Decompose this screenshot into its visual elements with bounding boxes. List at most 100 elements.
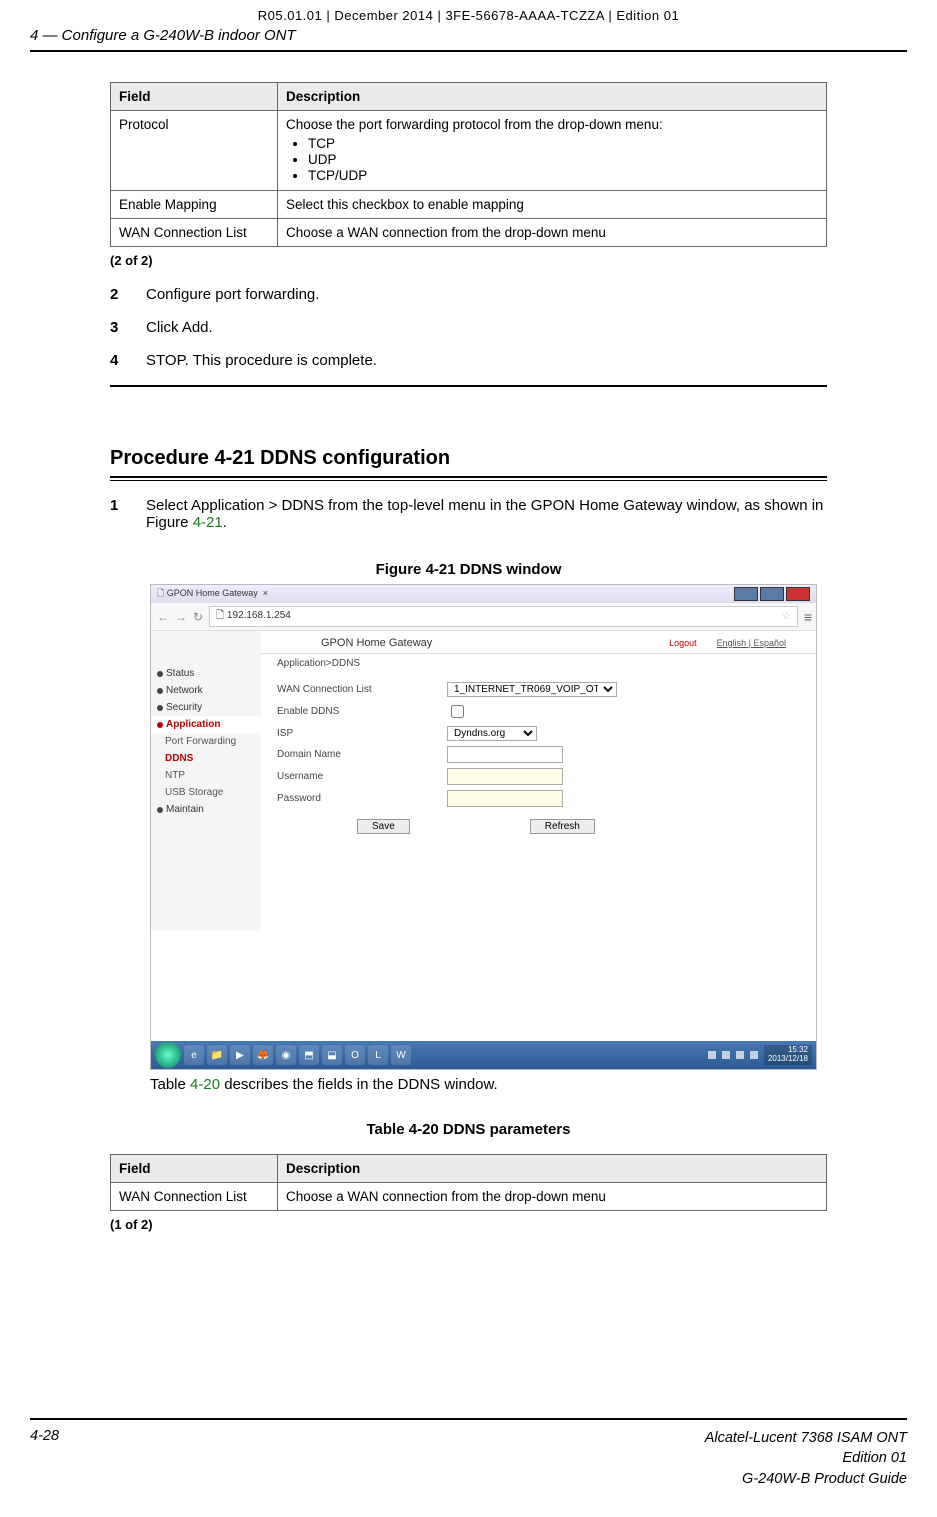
taskbar-media-icon[interactable]: ▶ bbox=[230, 1045, 250, 1065]
select-isp[interactable]: Dyndns.org bbox=[447, 726, 537, 741]
input-username[interactable] bbox=[447, 768, 563, 785]
taskbar-lync-icon[interactable]: L bbox=[368, 1045, 388, 1065]
taskbar-word-icon[interactable]: W bbox=[391, 1045, 411, 1065]
tray-icon[interactable] bbox=[736, 1051, 744, 1059]
url-text: 192.168.1.254 bbox=[227, 610, 291, 621]
sidebar-label-ddns: DDNS bbox=[165, 753, 193, 764]
clock-date: 2013/12/18 bbox=[768, 1054, 808, 1063]
table1-row0-field: Protocol bbox=[111, 111, 278, 191]
table2-footnote: (1 of 2) bbox=[110, 1217, 827, 1232]
app-title: GPON Home Gateway bbox=[321, 637, 432, 649]
step-4-num: 4 bbox=[110, 352, 146, 369]
label-enable-ddns: Enable DDNS bbox=[277, 706, 447, 717]
sidebar-item-application[interactable]: Application bbox=[151, 716, 261, 733]
form-row-username: Username bbox=[277, 768, 816, 785]
step-3-text: Click Add. bbox=[146, 319, 827, 336]
form-row-password: Password bbox=[277, 790, 816, 807]
sidebar-item-ddns[interactable]: DDNS bbox=[151, 750, 261, 767]
checkbox-enable-ddns[interactable] bbox=[451, 705, 464, 718]
figure-ref-link[interactable]: 4-21 bbox=[193, 514, 223, 531]
footer-right: Alcatel-Lucent 7368 ISAM ONT Edition 01 … bbox=[705, 1428, 907, 1489]
close-icon[interactable] bbox=[786, 587, 810, 601]
bookmark-star-icon[interactable]: ☆ bbox=[782, 611, 791, 622]
language-links: English | Español bbox=[717, 638, 786, 648]
minimize-icon[interactable] bbox=[734, 587, 758, 601]
taskbar-app2-icon[interactable]: ⬓ bbox=[322, 1045, 342, 1065]
taskbar: e 📁 ▶ 🦊 ◉ ⬒ ⬓ O L W 15: bbox=[151, 1041, 816, 1069]
tray-icon[interactable] bbox=[708, 1051, 716, 1059]
maximize-icon[interactable] bbox=[760, 587, 784, 601]
sidebar-item-network[interactable]: Network bbox=[151, 682, 261, 699]
dot-icon bbox=[157, 807, 163, 813]
sidebar-item-maintain[interactable]: Maintain bbox=[151, 801, 261, 818]
step-4-text: STOP. This procedure is complete. bbox=[146, 352, 827, 369]
input-domain-name[interactable] bbox=[447, 746, 563, 763]
logout-link[interactable]: Logout bbox=[669, 638, 697, 648]
footer-line2: Edition 01 bbox=[705, 1448, 907, 1468]
table1-row2-field: WAN Connection List bbox=[111, 219, 278, 247]
taskbar-chrome-icon[interactable]: ◉ bbox=[276, 1045, 296, 1065]
step-1-text: Select Application > DDNS from the top-l… bbox=[146, 497, 827, 531]
sidebar-label-network: Network bbox=[166, 685, 203, 696]
sidebar-item-ntp[interactable]: NTP bbox=[151, 767, 261, 784]
browser-tab-title: 🗋 GPON Home Gateway × bbox=[157, 586, 268, 602]
lang-espanol[interactable]: Español bbox=[753, 638, 786, 648]
sidebar: Status Network Security Application Port… bbox=[151, 631, 261, 931]
sidebar-item-security[interactable]: Security bbox=[151, 699, 261, 716]
ddns-form: WAN Connection List 1_INTERNET_TR069_VOI… bbox=[261, 682, 816, 834]
step-3-num: 3 bbox=[110, 319, 146, 336]
select-wan-connection[interactable]: 1_INTERNET_TR069_VOIP_OTH bbox=[447, 682, 617, 697]
procedure-rule-2 bbox=[110, 480, 827, 481]
input-password[interactable] bbox=[447, 790, 563, 807]
table2-row0-desc: Choose a WAN connection from the drop-do… bbox=[278, 1183, 827, 1211]
step-4: 4 STOP. This procedure is complete. bbox=[110, 352, 827, 369]
sidebar-label-portfwd: Port Forwarding bbox=[165, 736, 236, 747]
reload-icon[interactable]: ↻ bbox=[193, 610, 203, 624]
sidebar-item-status[interactable]: Status bbox=[151, 665, 261, 682]
refresh-button[interactable]: Refresh bbox=[530, 819, 595, 834]
step-1-proc: 1 Select Application > DDNS from the top… bbox=[110, 497, 827, 531]
sidebar-item-port-forwarding[interactable]: Port Forwarding bbox=[151, 733, 261, 750]
sidebar-label-ntp: NTP bbox=[165, 770, 185, 781]
figure-after-text: Table 4-20 describes the fields in the D… bbox=[150, 1076, 827, 1093]
tray-icon[interactable] bbox=[722, 1051, 730, 1059]
taskbar-app-icon[interactable]: ⬒ bbox=[299, 1045, 319, 1065]
taskbar-clock[interactable]: 15:32 2013/12/18 bbox=[764, 1045, 812, 1065]
bullet-udp: UDP bbox=[308, 152, 818, 167]
table2-row0-field: WAN Connection List bbox=[111, 1183, 278, 1211]
step-1-text-b: . bbox=[223, 514, 227, 531]
table1-row1-desc: Select this checkbox to enable mapping bbox=[278, 191, 827, 219]
url-field[interactable]: 🗋 192.168.1.254 ☆ bbox=[209, 606, 798, 627]
back-icon[interactable]: ← bbox=[157, 610, 169, 624]
forward-icon[interactable]: → bbox=[175, 610, 187, 624]
label-username: Username bbox=[277, 771, 447, 782]
page-footer: 4-28 Alcatel-Lucent 7368 ISAM ONT Editio… bbox=[0, 1418, 937, 1517]
dot-icon bbox=[157, 705, 163, 711]
app-header: GPON Home Gateway Logout English | Españ… bbox=[261, 631, 816, 654]
dot-icon bbox=[157, 722, 163, 728]
table1-row0-bullets: TCP UDP TCP/UDP bbox=[286, 136, 818, 183]
page: R05.01.01 | December 2014 | 3FE-56678-AA… bbox=[0, 0, 937, 1517]
table-port-forwarding-params: Field Description Protocol Choose the po… bbox=[110, 82, 827, 247]
footer-row: 4-28 Alcatel-Lucent 7368 ISAM ONT Editio… bbox=[30, 1428, 907, 1489]
taskbar-explorer-icon[interactable]: 📁 bbox=[207, 1045, 227, 1065]
lang-english[interactable]: English bbox=[717, 638, 747, 648]
step-3: 3 Click Add. bbox=[110, 319, 827, 336]
form-row-enable: Enable DDNS bbox=[277, 702, 816, 721]
save-button[interactable]: Save bbox=[357, 819, 410, 834]
window-titlebar: 🗋 GPON Home Gateway × bbox=[151, 585, 816, 603]
label-domain: Domain Name bbox=[277, 749, 447, 760]
sidebar-item-usb-storage[interactable]: USB Storage bbox=[151, 784, 261, 801]
step-1-num: 1 bbox=[110, 497, 146, 531]
start-button-icon[interactable] bbox=[155, 1042, 181, 1068]
table-ddns-params: Field Description WAN Connection List Ch… bbox=[110, 1154, 827, 1211]
tray-icon[interactable] bbox=[750, 1051, 758, 1059]
browser-menu-icon[interactable]: ≡ bbox=[804, 609, 810, 625]
taskbar-outlook-icon[interactable]: O bbox=[345, 1045, 365, 1065]
taskbar-firefox-icon[interactable]: 🦊 bbox=[253, 1045, 273, 1065]
running-head: 4 — Configure a G-240W-B indoor ONT bbox=[0, 27, 937, 50]
table-ref-link[interactable]: 4-20 bbox=[190, 1076, 220, 1093]
app-main: GPON Home Gateway Logout English | Españ… bbox=[261, 631, 816, 931]
figure-after-suffix: describes the fields in the DDNS window. bbox=[220, 1076, 498, 1093]
taskbar-ie-icon[interactable]: e bbox=[184, 1045, 204, 1065]
